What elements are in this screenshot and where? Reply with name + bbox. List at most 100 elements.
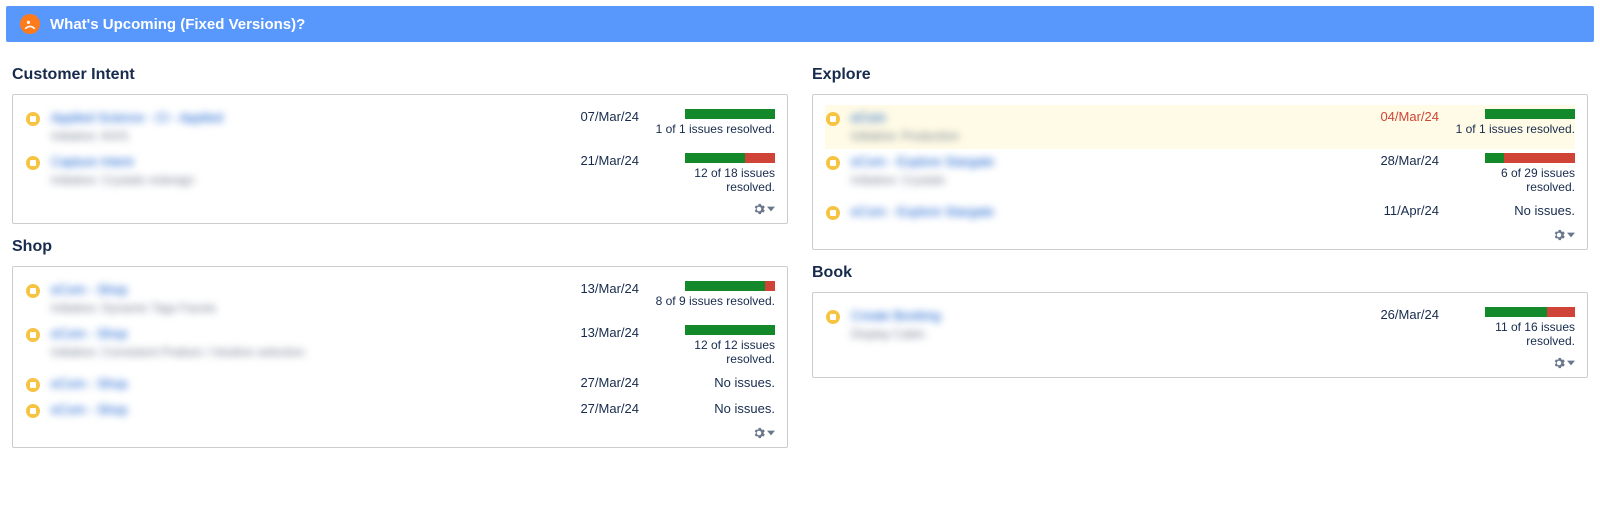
section-panel: eCom - ShopInitiative: Dynamic Tags Face… [12, 266, 788, 448]
version-name-col: eComInitiative: Production [851, 109, 1335, 145]
version-name[interactable]: eCom [851, 109, 1335, 127]
version-name[interactable]: Applied Science - CI - Applied [51, 109, 535, 127]
gadget-title: What's Upcoming (Fixed Versions)? [50, 16, 305, 33]
progress-bar[interactable] [685, 109, 775, 119]
gear-icon[interactable] [753, 427, 775, 439]
release-date: 26/Mar/24 [1335, 307, 1455, 322]
progress-col: 6 of 29 issues resolved. [1455, 153, 1575, 195]
version-icon [825, 155, 841, 171]
version-row[interactable]: Applied Science - CI - AppliedInitiative… [25, 105, 775, 149]
section-title: Explore [812, 66, 1588, 84]
version-name-col: eCom - Explore StargateInitiative: Cryst… [851, 153, 1335, 189]
release-date: 27/Mar/24 [535, 401, 655, 416]
section-title: Shop [12, 238, 788, 256]
version-name-col: eCom - Shop [51, 401, 535, 419]
version-name[interactable]: eCom - Shop [51, 281, 535, 299]
section-panel: eComInitiative: Production04/Mar/241 of … [812, 94, 1588, 250]
version-subtitle: Initiative: Crystals redesign [51, 172, 535, 189]
progress-todo [745, 153, 775, 163]
panel-actions [25, 427, 775, 439]
project-section: ShopeCom - ShopInitiative: Dynamic Tags … [12, 238, 788, 448]
version-name-col: Applied Science - CI - AppliedInitiative… [51, 109, 535, 145]
progress-bar[interactable] [1485, 109, 1575, 119]
progress-label: 8 of 9 issues resolved. [655, 294, 775, 308]
progress-bar[interactable] [685, 325, 775, 335]
version-name[interactable]: eCom - Explore Stargate [851, 203, 1335, 221]
progress-bar[interactable] [685, 153, 775, 163]
section-title: Book [812, 264, 1588, 282]
progress-col: No issues. [1455, 203, 1575, 218]
progress-label: 12 of 18 issues resolved. [655, 166, 775, 195]
version-name[interactable]: eCom - Shop [51, 325, 535, 343]
gadget-header: What's Upcoming (Fixed Versions)? [6, 6, 1594, 42]
right-column: Explore eComInitiative: Production04/Mar/… [812, 52, 1588, 448]
version-subtitle: Initiative: Crystals [851, 172, 1335, 189]
version-row[interactable]: eCom - ShopInitiative: Consistent Podium… [25, 321, 775, 371]
version-row[interactable]: eCom - Explore Stargate11/Apr/24No issue… [825, 199, 1575, 225]
version-subtitle: Initiative: Dynamic Tags Facets [51, 300, 535, 317]
gear-icon[interactable] [1553, 357, 1575, 369]
release-date: 11/Apr/24 [1335, 203, 1455, 218]
gadget-logo-icon [20, 14, 40, 34]
progress-done [685, 153, 745, 163]
version-row[interactable]: eCom - Explore StargateInitiative: Cryst… [825, 149, 1575, 199]
version-name-col: Create BookingDisplay Cabin [851, 307, 1335, 343]
progress-todo [1504, 153, 1575, 163]
version-name[interactable]: eCom - Shop [51, 401, 535, 419]
version-name-col: eCom - ShopInitiative: Consistent Podium… [51, 325, 535, 361]
version-row[interactable]: eCom - ShopInitiative: Dynamic Tags Face… [25, 277, 775, 321]
gear-icon[interactable] [753, 203, 775, 215]
version-name[interactable]: eCom - Shop [51, 375, 535, 393]
version-name[interactable]: Capture Intent [51, 153, 535, 171]
version-row[interactable]: eCom - Shop27/Mar/24No issues. [25, 397, 775, 423]
gear-icon[interactable] [1553, 229, 1575, 241]
progress-col: 12 of 18 issues resolved. [655, 153, 775, 195]
version-icon [25, 377, 41, 393]
progress-done [685, 109, 775, 119]
panel-actions [25, 203, 775, 215]
progress-col: No issues. [655, 375, 775, 390]
version-row[interactable]: Capture IntentInitiative: Crystals redes… [25, 149, 775, 199]
progress-todo [765, 281, 775, 291]
panel-actions [825, 357, 1575, 369]
version-name[interactable]: Create Booking [851, 307, 1335, 325]
version-name-col: eCom - Shop [51, 375, 535, 393]
version-row[interactable]: eComInitiative: Production04/Mar/241 of … [825, 105, 1575, 149]
section-title: Customer Intent [12, 66, 788, 84]
version-icon [25, 403, 41, 419]
progress-col: No issues. [655, 401, 775, 416]
progress-col: 11 of 16 issues resolved. [1455, 307, 1575, 349]
version-icon [25, 327, 41, 343]
section-panel: Create BookingDisplay Cabin26/Mar/2411 o… [812, 292, 1588, 378]
release-date: 27/Mar/24 [535, 375, 655, 390]
progress-bar[interactable] [685, 281, 775, 291]
release-date: 21/Mar/24 [535, 153, 655, 168]
progress-done [685, 281, 765, 291]
progress-label: 12 of 12 issues resolved. [655, 338, 775, 367]
progress-bar[interactable] [1485, 153, 1575, 163]
progress-bar[interactable] [1485, 307, 1575, 317]
release-date: 13/Mar/24 [535, 325, 655, 340]
version-subtitle: Initiative: AIXS [51, 128, 535, 145]
version-row[interactable]: eCom - Shop27/Mar/24No issues. [25, 371, 775, 397]
project-section: Customer Intent Applied Science - CI - Ap… [12, 66, 788, 224]
progress-done [685, 325, 775, 335]
version-name-col: Capture IntentInitiative: Crystals redes… [51, 153, 535, 189]
version-icon [825, 111, 841, 127]
progress-todo [1547, 307, 1575, 317]
progress-col: 1 of 1 issues resolved. [1455, 109, 1575, 136]
version-subtitle: Initiative: Production [851, 128, 1335, 145]
version-icon [25, 155, 41, 171]
progress-label: 1 of 1 issues resolved. [655, 122, 775, 136]
progress-done [1485, 153, 1504, 163]
progress-col: 12 of 12 issues resolved. [655, 325, 775, 367]
progress-done [1485, 307, 1547, 317]
progress-label: 11 of 16 issues resolved. [1455, 320, 1575, 349]
version-icon [825, 205, 841, 221]
version-name[interactable]: eCom - Explore Stargate [851, 153, 1335, 171]
project-section: Explore eComInitiative: Production04/Mar/… [812, 66, 1588, 250]
version-row[interactable]: Create BookingDisplay Cabin26/Mar/2411 o… [825, 303, 1575, 353]
progress-col: 1 of 1 issues resolved. [655, 109, 775, 136]
no-issues-label: No issues. [1455, 203, 1575, 218]
release-date: 28/Mar/24 [1335, 153, 1455, 168]
